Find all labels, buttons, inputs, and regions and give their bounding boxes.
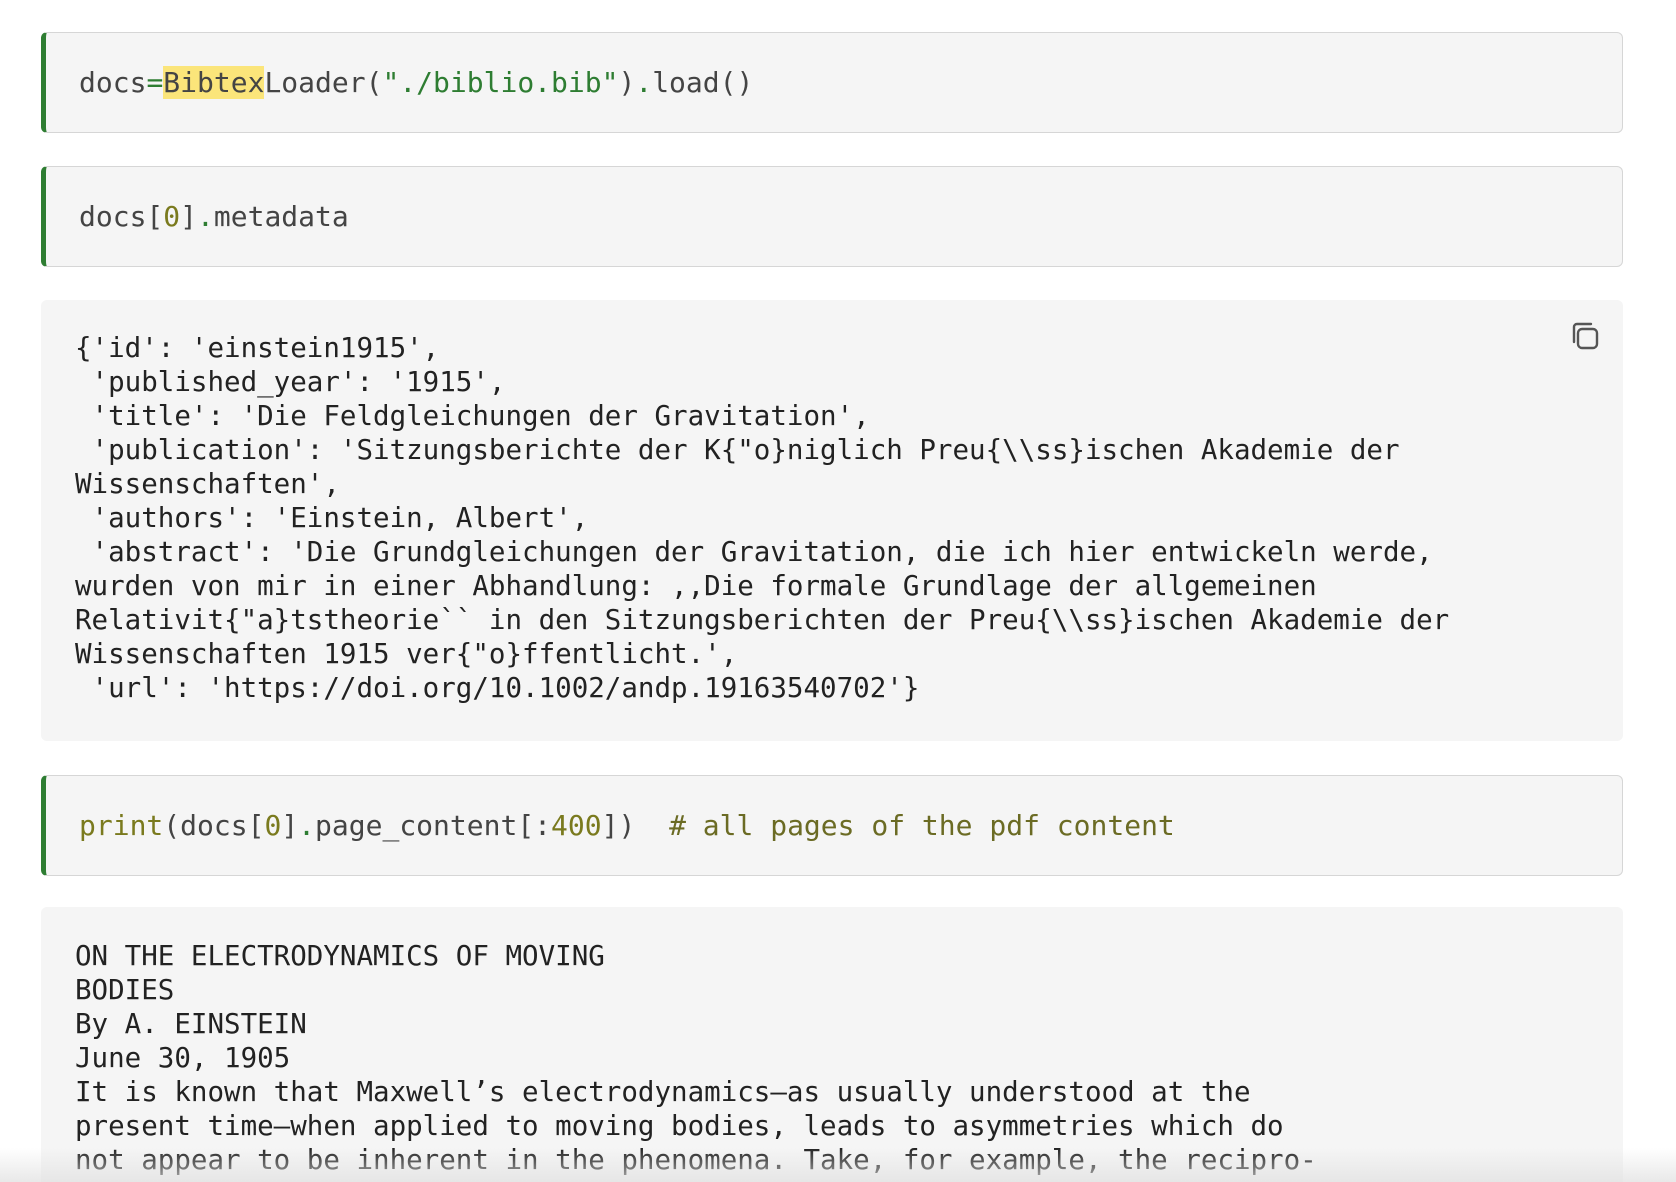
output-line: Wissenschaften', [75, 468, 340, 500]
code-cell-load[interactable]: docs = Bibtex Loader("./biblio.bib"). load… [41, 32, 1623, 133]
code-var: (docs[ [163, 809, 265, 842]
code-number: 400 [551, 809, 602, 842]
output-line: 'published_year': '1915', [75, 366, 506, 398]
code-paren: ) [618, 66, 636, 99]
output-line: 'abstract': 'Die Grundgleichungen der Gr… [75, 536, 1433, 568]
code-gap [635, 809, 669, 842]
code-bracket: ]) [601, 809, 636, 842]
code-bracket: ] [180, 200, 198, 233]
output-text: ON THE ELECTRODYNAMICS OF MOVING BODIES … [75, 939, 1317, 1177]
output-line: By A. EINSTEIN [75, 1008, 307, 1040]
code-bracket: ] [281, 809, 299, 842]
code-dot: . [197, 200, 214, 233]
code-class: Loader( [264, 66, 383, 99]
output-line: 'authors': 'Einstein, Albert', [75, 502, 589, 534]
output-line: 'url': 'https://doi.org/10.1002/andp.191… [75, 672, 920, 704]
output-line: June 30, 1905 [75, 1042, 291, 1074]
code-line[interactable]: docs = Bibtex Loader("./biblio.bib"). load… [79, 33, 753, 132]
code-cell-print[interactable]: print (docs[0]. page_content[: 400]) # all … [41, 775, 1623, 876]
code-builtin: print [79, 809, 164, 842]
output-line: BODIES [75, 974, 175, 1006]
output-line: present time—when applied to moving bodi… [75, 1110, 1284, 1142]
output-cell-page-content: ON THE ELECTRODYNAMICS OF MOVING BODIES … [41, 907, 1623, 1182]
output-line: Wissenschaften 1915 ver{"o}ffentlicht.', [75, 638, 738, 670]
output-line: wurden von mir in einer Abhandlung: ,,Di… [75, 570, 1317, 602]
notebook-page: docs = Bibtex Loader("./biblio.bib"). load… [0, 0, 1676, 1182]
code-attr: page_content[: [315, 809, 552, 842]
output-line: {'id': 'einstein1915', [75, 332, 440, 364]
output-cell-metadata: {'id': 'einstein1915', 'published_year':… [41, 300, 1623, 741]
code-dot: . [298, 809, 316, 842]
code-comment: # all pages of the pdf content [669, 809, 1175, 842]
code-dot: . [635, 66, 653, 99]
output-line: Relativit{"a}tstheorie`` in den Sitzungs… [75, 604, 1450, 636]
code-var: docs[ [79, 200, 164, 233]
code-attr: metadata [213, 200, 349, 233]
code-string: "./biblio.bib" [382, 66, 619, 99]
output-line: ON THE ELECTRODYNAMICS OF MOVING [75, 940, 605, 972]
code-operator: = [146, 66, 164, 99]
copy-icon [1572, 322, 1599, 350]
output-line: 'title': 'Die Feldgleichungen der Gravit… [75, 400, 870, 432]
output-line: not appear to be inherent in the phenome… [75, 1144, 1317, 1176]
code-method: load() [652, 66, 754, 99]
code-line[interactable]: print (docs[0]. page_content[: 400]) # all … [79, 776, 1175, 875]
output-line: It is known that Maxwell’s electrodynami… [75, 1076, 1251, 1108]
code-line[interactable]: docs[0]. metadata [79, 167, 349, 266]
code-cell-metadata[interactable]: docs[0]. metadata [41, 166, 1623, 267]
code-number: 0 [264, 809, 282, 842]
output-line: 'publication': 'Sitzungsberichte der K{"… [75, 434, 1400, 466]
search-highlight: Bibtex [163, 66, 265, 99]
code-number: 0 [163, 200, 181, 233]
code-var: docs [79, 66, 147, 99]
copy-button[interactable] [1567, 318, 1603, 354]
output-text: {'id': 'einstein1915', 'published_year':… [75, 331, 1449, 705]
